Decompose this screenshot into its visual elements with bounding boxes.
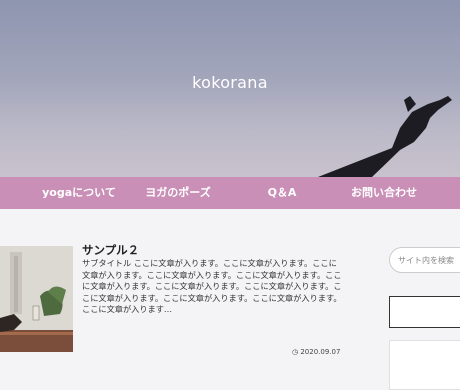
nav-item-yoga-about[interactable]: yogaについて <box>24 177 134 209</box>
nav-item-contact[interactable]: お問い合わせ <box>329 177 439 209</box>
nav-item-qa[interactable]: Q＆A <box>227 177 337 209</box>
site-title[interactable]: kokorana <box>0 73 460 92</box>
hero-header: kokorana <box>0 0 460 177</box>
post-date-text: 2020.09.07 <box>300 348 341 356</box>
post-excerpt: サブタイトル ここに文章が入ります。ここに文章が入ります。ここに文章が入ります。… <box>82 258 342 315</box>
post-thumbnail[interactable] <box>0 246 73 352</box>
main-nav: yogaについて ヨガのポーズ Q＆A お問い合わせ <box>0 177 460 209</box>
clock-icon: ◷ <box>292 348 299 356</box>
search-input[interactable]: サイト内を検索 <box>389 247 460 273</box>
sidebar-widget-box <box>389 340 460 390</box>
sidebar-widget-button[interactable] <box>389 296 460 328</box>
post-title[interactable]: サンプル２ <box>82 242 139 258</box>
yoga-room-photo <box>0 246 73 352</box>
post-date: ◷ 2020.09.07 <box>292 348 340 356</box>
nav-item-yoga-poses[interactable]: ヨガのポーズ <box>123 177 233 209</box>
